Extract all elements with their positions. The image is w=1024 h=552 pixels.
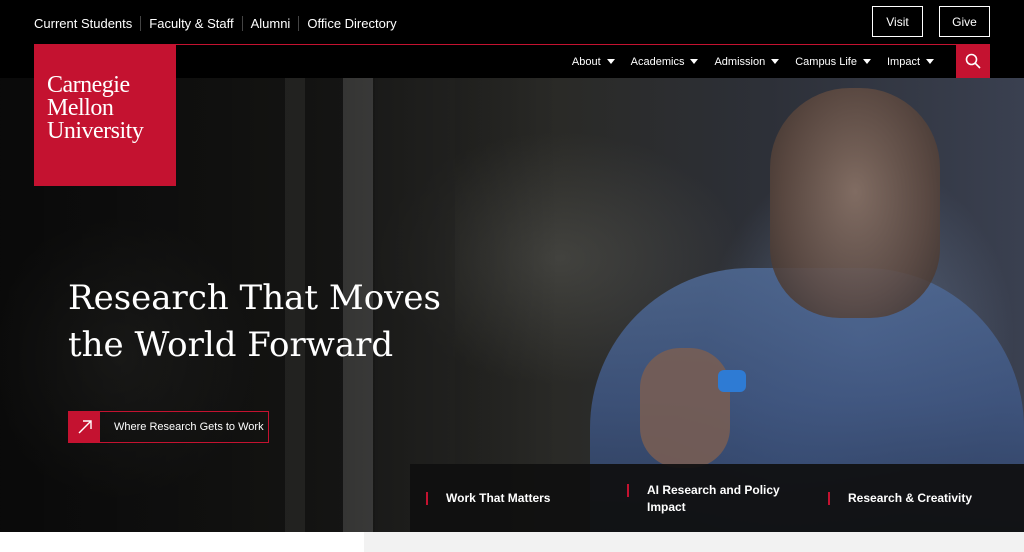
tab-research-creativity[interactable]: Research & Creativity: [828, 490, 972, 507]
nav-item-admission[interactable]: Admission: [714, 55, 780, 68]
link-alumni[interactable]: Alumni: [241, 16, 299, 31]
link-faculty-staff[interactable]: Faculty & Staff: [140, 16, 241, 31]
nav-item-label: Campus Life: [795, 55, 857, 68]
research-cta-button[interactable]: Where Research Gets to Work: [68, 411, 269, 443]
caret-down-icon: [771, 59, 780, 64]
nav-item-label: Impact: [886, 55, 920, 68]
logo-line: University: [47, 118, 144, 144]
search-button[interactable]: [956, 44, 990, 78]
content-strip: [364, 532, 1024, 552]
utility-links: Current Students Faculty & Staff Alumni …: [34, 16, 405, 31]
arrow-up-right-icon: [69, 412, 100, 442]
logo-line: Mellon: [47, 95, 114, 121]
tab-work-that-matters[interactable]: Work That Matters: [426, 490, 550, 507]
nav-item-impact[interactable]: Impact: [887, 56, 934, 68]
feature-tabs: Work That Matters AI Research and Policy…: [410, 464, 1024, 532]
caret-down-icon: [862, 59, 871, 64]
caret-down-icon: [606, 59, 615, 64]
caret-down-icon: [926, 59, 934, 64]
tab-ai-research-policy[interactable]: AI Research and Policy Impact: [627, 482, 787, 516]
give-button[interactable]: Give: [939, 6, 990, 37]
cta-label: Where Research Gets to Work: [114, 421, 264, 433]
hero-headline: Research That Moves the World Forward: [68, 278, 441, 365]
nav-item-label: About: [571, 55, 601, 68]
content-strip: [0, 532, 364, 552]
logo-line: Carnegie: [47, 72, 130, 98]
nav-item-campus-life[interactable]: Campus Life: [795, 56, 871, 68]
nav-item-about[interactable]: About: [572, 56, 615, 68]
utility-bar: Current Students Faculty & Staff Alumni …: [0, 0, 1024, 44]
link-current-students[interactable]: Current Students: [34, 16, 140, 31]
cmu-logo[interactable]: Carnegie Mellon University: [34, 44, 176, 186]
nav-item-label: Admission: [714, 55, 766, 68]
nav-item-label: Academics: [630, 55, 685, 68]
search-icon: [965, 53, 981, 69]
link-office-directory[interactable]: Office Directory: [298, 16, 404, 31]
nav-item-academics[interactable]: Academics: [631, 56, 699, 68]
visit-button[interactable]: Visit: [872, 6, 923, 37]
caret-down-icon: [690, 59, 699, 64]
